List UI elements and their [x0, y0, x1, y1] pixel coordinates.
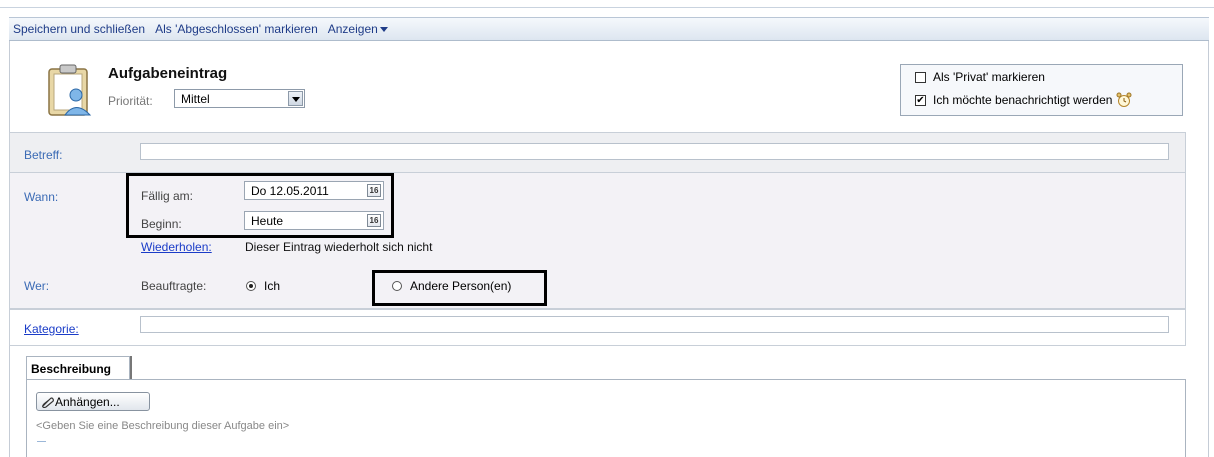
- notify-option[interactable]: ✔ Ich möchte benachrichtigt werden: [915, 92, 1132, 108]
- description-panel[interactable]: [26, 379, 1186, 457]
- options-box: Als 'Privat' markieren ✔ Ich möchte bena…: [900, 64, 1183, 116]
- priority-label: Priorität:: [108, 94, 153, 108]
- assignee-me-radio[interactable]: [246, 281, 256, 291]
- toolbar: Speichern und schließen Als 'Abgeschloss…: [9, 17, 1209, 41]
- paperclip-icon: [42, 396, 54, 408]
- category-link[interactable]: Kategorie:: [24, 322, 79, 336]
- private-label: Als 'Privat' markieren: [933, 70, 1045, 84]
- category-input[interactable]: [140, 316, 1169, 333]
- highlight-dates-box: [126, 173, 394, 238]
- window-top-edge: [0, 0, 1214, 8]
- notify-label: Ich möchte benachrichtigt werden: [933, 93, 1113, 107]
- notify-checkbox[interactable]: ✔: [915, 94, 926, 106]
- private-checkbox[interactable]: [915, 71, 926, 83]
- chevron-down-icon: [379, 27, 388, 33]
- tab-divider: [130, 356, 132, 380]
- priority-select[interactable]: Mittel: [174, 89, 305, 108]
- assignee-me-label: Ich: [264, 279, 281, 293]
- repeat-link[interactable]: Wiederholen:: [141, 240, 212, 254]
- private-option[interactable]: Als 'Privat' markieren: [915, 70, 1045, 84]
- who-label: Wer:: [24, 279, 50, 293]
- save-and-close-button[interactable]: Speichern und schließen: [13, 22, 145, 36]
- repeat-value: Dieser Eintrag wiederholt sich nicht: [245, 240, 433, 254]
- when-label: Wann:: [24, 190, 59, 204]
- category-row: Kategorie:: [9, 309, 1186, 346]
- description-placeholder[interactable]: <Geben Sie eine Beschreibung dieser Aufg…: [36, 420, 289, 432]
- frame-border-right: [1208, 41, 1209, 457]
- priority-value: Mittel: [181, 92, 210, 106]
- assignee-label: Beauftragte:: [141, 279, 207, 293]
- tab-description[interactable]: Beschreibung: [26, 356, 130, 380]
- page-title: Aufgabeneintrag: [108, 65, 228, 82]
- attach-button[interactable]: Anhängen...: [36, 392, 150, 411]
- assignee-me-option[interactable]: Ich: [246, 279, 280, 293]
- subject-row: Betreff:: [9, 132, 1186, 173]
- view-menu-button[interactable]: Anzeigen: [328, 22, 388, 36]
- subject-input[interactable]: [140, 143, 1169, 160]
- highlight-others-box: [372, 270, 547, 306]
- dropdown-arrow-icon[interactable]: [288, 91, 303, 106]
- mark-completed-button[interactable]: Als 'Abgeschlossen' markieren: [155, 22, 318, 36]
- text-caret: [37, 441, 46, 442]
- view-menu-label: Anzeigen: [327, 22, 378, 36]
- subject-label: Betreff:: [24, 148, 63, 162]
- attach-label: Anhängen...: [55, 394, 120, 409]
- task-clipboard-icon: [48, 64, 92, 116]
- alarm-clock-icon[interactable]: [1116, 92, 1132, 108]
